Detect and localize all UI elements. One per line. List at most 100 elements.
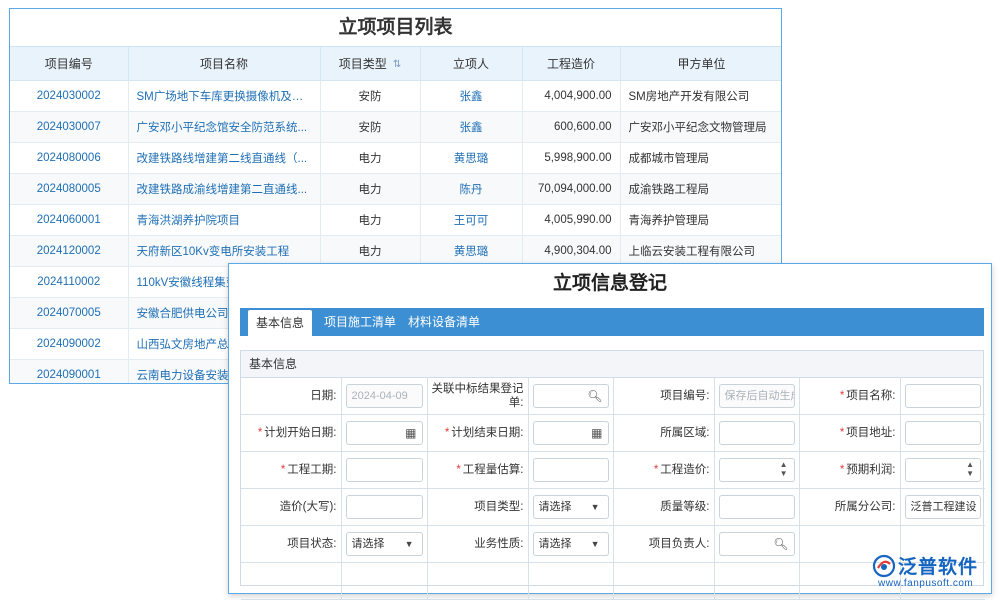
project-party-cell: 上临云安装工程有限公司 — [620, 235, 781, 267]
project-code-cell[interactable]: 2024030007 — [10, 111, 129, 143]
profit-label: 预期利润: — [846, 464, 896, 476]
table-row[interactable]: 2024060001 青海洪湖养护院项目 电力 王可可 4,005,990.00 青海养护… — [10, 204, 781, 236]
branch-field[interactable]: 泛普工程建设 — [904, 495, 981, 519]
project-code-cell[interactable]: 2024080006 — [10, 142, 129, 174]
col-header-type[interactable]: 项目类型 ⇅ — [320, 47, 421, 81]
col-header-cost[interactable]: 工程造价 — [522, 47, 621, 81]
form-title: 立项信息登记 — [552, 273, 667, 294]
tab-material-list[interactable]: 材料设备清单 — [400, 308, 488, 336]
col-header-party[interactable]: 甲方单位 — [620, 47, 781, 81]
col-header-person[interactable]: 立项人 — [420, 47, 523, 81]
quality-field[interactable] — [718, 495, 795, 519]
project-no-field[interactable]: 保存后自动生成 — [718, 384, 795, 408]
project-code-cell[interactable]: 2024080005 — [10, 173, 129, 205]
search-icon[interactable]: 🔍︎ — [587, 385, 602, 407]
project-type-select[interactable]: 请选择 ▼ — [532, 495, 609, 519]
stepper-icon[interactable]: ▲ ▼ — [966, 460, 974, 478]
period-label: 工程工期: — [287, 464, 337, 476]
table-row[interactable]: 2024030007 广安邓小平纪念馆安全防范系统... 安防 张鑫 600,600.0… — [10, 111, 781, 143]
table-row[interactable]: 2024080006 改建铁路线增建第二线直通线（... 电力 黄思璐 5,998,90… — [10, 142, 781, 174]
project-person-cell[interactable]: 张鑫 — [420, 111, 523, 143]
bid-result-label: 关联中标结果登记单: — [427, 378, 529, 415]
project-person-cell[interactable]: 张鑫 — [420, 80, 523, 112]
table-row[interactable]: 2024080005 改建铁路成渝线增建第二直通线... 电力 陈丹 70,094,00… — [10, 173, 781, 205]
project-code-cell[interactable]: 2024030002 — [10, 80, 129, 112]
project-cost-cell: 600,600.00 — [522, 111, 621, 143]
project-type-label: 项目类型: — [427, 488, 529, 526]
business-nature-select[interactable]: 请选择 ▼ — [532, 532, 609, 556]
date-label: 日期: — [241, 378, 342, 415]
project-person-cell[interactable]: 王可可 — [420, 204, 523, 236]
project-code-cell[interactable]: 2024090002 — [10, 328, 129, 360]
chevron-down-icon[interactable]: ▼ — [405, 533, 414, 555]
cost-uppercase-field[interactable] — [345, 495, 423, 519]
quality-label: 质量等级: — [613, 488, 715, 526]
col-header-code[interactable]: 项目编号 — [10, 47, 129, 81]
project-type-cell: 安防 — [320, 80, 421, 112]
project-cost-cell: 70,094,000.00 — [522, 173, 621, 205]
start-date-field[interactable]: ▦ — [345, 421, 423, 445]
project-name-cell[interactable]: 广安邓小平纪念馆安全防范系统... — [128, 111, 321, 143]
stepper-icon[interactable]: ▲ ▼ — [780, 460, 788, 478]
end-date-label: 计划结束日期: — [451, 427, 524, 439]
project-registration-dialog: 立项信息登记 基本信息 项目施工清单 材料设备清单 基本信息 日期: 2024-… — [228, 263, 992, 600]
status-select[interactable]: 请选择 ▼ — [345, 532, 423, 556]
chevron-down-icon[interactable]: ▼ — [591, 496, 600, 518]
sort-icon[interactable]: ⇅ — [393, 59, 401, 70]
cost-uppercase-label: 造价(大写): — [241, 488, 342, 526]
project-party-cell: 成都城市管理局 — [620, 142, 781, 174]
manager-field[interactable]: 🔍︎ — [718, 532, 795, 556]
table-row[interactable]: 2024120002 天府新区10Kv变电所安装工程 电力 黄思璐 4,900,304.… — [10, 235, 781, 267]
project-type-cell: 电力 — [320, 204, 421, 236]
chevron-down-icon[interactable]: ▼ — [591, 533, 600, 555]
logo-mark-icon — [872, 554, 896, 578]
end-date-field[interactable]: ▦ — [532, 421, 609, 445]
project-no-label: 项目编号: — [613, 378, 715, 415]
project-type-cell: 安防 — [320, 111, 421, 143]
region-field[interactable] — [718, 421, 795, 445]
table-header-row: 项目编号 项目名称 项目类型 ⇅ 立项人 工程造价 甲方单位 — [10, 47, 781, 81]
date-field[interactable]: 2024-04-09 — [345, 384, 423, 408]
project-name-cell[interactable]: SM广场地下车库更换摄像机及硬... — [128, 80, 321, 112]
project-person-cell[interactable]: 陈丹 — [420, 173, 523, 205]
project-party-cell: 广安邓小平纪念文物管理局 — [620, 111, 781, 143]
business-nature-label: 业务性质: — [427, 525, 529, 563]
branch-label: 所属分公司: — [799, 488, 901, 526]
project-code-cell[interactable]: 2024110002 — [10, 266, 129, 298]
project-code-cell[interactable]: 2024060001 — [10, 204, 129, 236]
manager-label: 项目负责人: — [613, 525, 715, 563]
tab-construction-list[interactable]: 项目施工清单 — [316, 308, 404, 336]
project-party-cell: 成渝铁路工程局 — [620, 173, 781, 205]
estimate-field[interactable] — [532, 458, 609, 482]
project-type-cell: 电力 — [320, 173, 421, 205]
calendar-icon[interactable]: ▦ — [405, 422, 416, 444]
project-name-label: 项目名称: — [846, 390, 896, 402]
period-field[interactable] — [345, 458, 423, 482]
tab-bar: 基本信息 项目施工清单 材料设备清单 — [240, 308, 984, 336]
search-icon[interactable]: 🔍︎ — [773, 533, 788, 555]
logo-url: www.fanpusoft.com — [878, 578, 974, 589]
profit-field[interactable]: ▲ ▼ — [904, 458, 981, 482]
project-name-field[interactable] — [904, 384, 981, 408]
project-name-cell[interactable]: 天府新区10Kv变电所安装工程 — [128, 235, 321, 267]
cost-label: 工程造价: — [660, 464, 710, 476]
cost-field[interactable]: ▲ ▼ — [718, 458, 795, 482]
project-person-cell[interactable]: 黄思璐 — [420, 235, 523, 267]
bid-result-field[interactable]: 🔍︎ — [532, 384, 609, 408]
project-type-cell: 电力 — [320, 235, 421, 267]
address-field[interactable] — [904, 421, 981, 445]
project-cost-cell: 4,005,990.00 — [522, 204, 621, 236]
project-code-cell[interactable]: 2024090001 — [10, 359, 129, 383]
table-row[interactable]: 2024030002 SM广场地下车库更换摄像机及硬... 安防 张鑫 4,004,90… — [10, 80, 781, 112]
calendar-icon[interactable]: ▦ — [591, 422, 602, 444]
project-name-cell[interactable]: 青海洪湖养护院项目 — [128, 204, 321, 236]
project-code-cell[interactable]: 2024120002 — [10, 235, 129, 267]
project-code-cell[interactable]: 2024070005 — [10, 297, 129, 329]
col-header-name[interactable]: 项目名称 — [128, 47, 321, 81]
project-name-cell[interactable]: 改建铁路线增建第二线直通线（... — [128, 142, 321, 174]
project-name-cell[interactable]: 改建铁路成渝线增建第二直通线... — [128, 173, 321, 205]
fanpusoft-logo: 泛普软件 www.fanpusoft.com — [872, 552, 992, 594]
project-cost-cell: 4,004,900.00 — [522, 80, 621, 112]
tab-basic-info[interactable]: 基本信息 — [248, 310, 313, 336]
project-person-cell[interactable]: 黄思璐 — [420, 142, 523, 174]
